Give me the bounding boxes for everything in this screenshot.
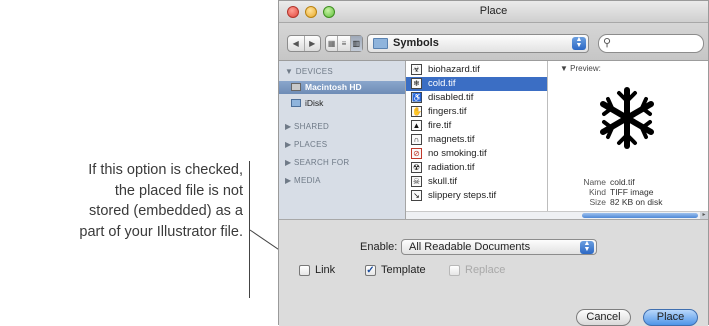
file-row-fingers[interactable]: ✋ fingers.tif [406,105,547,119]
file-list: ☣ biohazard.tif ❄ cold.tif ♿ disabled.tif ✋… [406,61,548,211]
file-name: fingers.tif [428,106,467,117]
file-row-magnets[interactable]: ∩ magnets.tif [406,133,547,147]
wheelchair-icon: ♿ [411,92,422,103]
snowflake-icon: ❄ [411,78,422,89]
replace-checkbox-box[interactable] [449,265,460,276]
file-row-skull[interactable]: ☠ skull.tif [406,175,547,189]
sidebar-section-shared[interactable]: ▶ SHARED [285,122,329,131]
file-name: slippery steps.tif [428,190,497,201]
file-name: biohazard.tif [428,64,480,75]
hand-icon: ✋ [411,106,422,117]
hard-disk-icon [291,83,301,91]
link-checkbox-label: Link [315,264,336,276]
annotation-line-3: stored (embedded) as a [89,203,243,219]
column-view-icon[interactable]: ▥ [350,36,362,51]
file-name: disabled.tif [428,92,474,103]
scrollbar-thumb[interactable] [582,213,698,218]
annotation-line-1: If this option is checked, [88,162,243,178]
checkmark-icon[interactable]: ✓ [365,265,376,276]
place-button[interactable]: Place [643,309,698,326]
annotation-bracket [249,161,250,298]
popup-arrows-icon: ▲ ▼ [572,36,586,50]
scroll-right-arrow-icon[interactable]: ▸ [700,212,708,219]
preview-label: ▼ Preview: [560,64,601,73]
replace-checkbox-label: Replace [465,264,506,276]
preview-size-key: Size [589,197,606,207]
horizontal-scrollbar[interactable]: ▸ [406,211,708,219]
skull-icon: ☠ [411,176,422,187]
current-folder-label: Symbols [393,37,439,49]
slippery-steps-icon: ↘ [411,190,422,201]
enable-label: Enable: [360,241,398,253]
preview-kind-key: Kind [588,187,606,197]
file-row-fire[interactable]: ▲ fire.tif [406,119,547,133]
magnet-icon: ∩ [411,134,422,145]
window-title: Place [479,5,508,17]
enable-popup[interactable]: All Readable Documents ▲ ▼ [401,239,597,255]
search-field[interactable]: ⚲ [598,34,704,53]
sidebar-section-places[interactable]: ▶ PLACES [285,140,327,149]
sidebar-section-search-for[interactable]: ▶ SEARCH FOR [285,158,349,167]
snowflake-icon [600,87,654,149]
cancel-button[interactable]: Cancel [576,309,631,326]
sidebar-section-devices[interactable]: ▼ DEVICES [285,67,333,76]
idisk-icon [291,99,301,107]
sidebar-item-idisk[interactable]: iDisk [287,97,405,110]
search-icon: ⚲ [603,37,612,49]
no-smoking-icon: ⊘ [411,148,422,159]
file-name: no smoking.tif [428,148,487,159]
sidebar: ▼ DEVICES Macintosh HD iDisk ▶ SHARED ▶ … [279,61,406,219]
sidebar-item-label: iDisk [305,98,324,108]
annotation-line-4: part of your Illustrator file. [79,223,243,240]
forward-arrow-icon[interactable]: ▶ [305,36,321,51]
preview-size-value: 82 KB on disk [610,197,663,207]
link-checkbox-box[interactable] [299,265,310,276]
options-panel: Enable: All Readable Documents ▲ ▼ Link ✓… [279,219,708,326]
popup-arrows-icon: ▲ ▼ [580,240,594,254]
file-name: radiation.tif [428,162,475,173]
sidebar-section-media[interactable]: ▶ MEDIA [285,176,321,185]
file-row-no-smoking[interactable]: ⊘ no smoking.tif [406,147,547,161]
preview-pane: ▼ Preview: Name cold.tif Kind TIFF image [548,61,708,211]
template-checkbox-label: Template [381,264,426,276]
file-row-radiation[interactable]: ☢ radiation.tif [406,161,547,175]
annotation-callout: If this option is checked, the placed fi… [0,160,243,242]
preview-name-value: cold.tif [610,177,635,187]
file-name: cold.tif [428,78,456,89]
toolbar: ◀ ▶ ▦ ≡ ▥ Symbols ▲ ▼ ⚲ [279,23,708,61]
back-arrow-icon[interactable]: ◀ [288,36,305,51]
biohazard-icon: ☣ [411,64,422,75]
folder-icon [373,38,388,49]
fire-icon: ▲ [411,120,422,131]
file-row-slippery-steps[interactable]: ↘ slippery steps.tif [406,189,547,203]
folder-location-popup[interactable]: Symbols ▲ ▼ [367,34,589,53]
preview-kind-value: TIFF image [610,187,654,197]
icon-view-icon[interactable]: ▦ [326,36,339,51]
preview-name-key: Name [583,177,606,187]
place-dialog: Place ◀ ▶ ▦ ≡ ▥ Symbols ▲ ▼ ⚲ ▼ DEVICES M… [278,0,709,326]
file-row-disabled[interactable]: ♿ disabled.tif [406,91,547,105]
file-name: magnets.tif [428,134,475,145]
view-mode-buttons: ▦ ≡ ▥ [325,35,363,52]
file-name: skull.tif [428,176,458,187]
title-bar[interactable]: Place [279,1,708,23]
list-view-icon[interactable]: ≡ [338,36,351,51]
file-name: fire.tif [428,120,452,131]
annotation-line-2: the placed file is not [114,182,243,199]
file-row-biohazard[interactable]: ☣ biohazard.tif [406,63,547,77]
file-row-cold[interactable]: ❄ cold.tif [406,77,547,91]
back-forward-buttons: ◀ ▶ [287,35,321,52]
sidebar-item-macintosh-hd[interactable]: Macintosh HD [279,81,405,94]
sidebar-item-label: Macintosh HD [305,82,362,92]
enable-popup-value: All Readable Documents [409,241,531,253]
radiation-icon: ☢ [411,162,422,173]
